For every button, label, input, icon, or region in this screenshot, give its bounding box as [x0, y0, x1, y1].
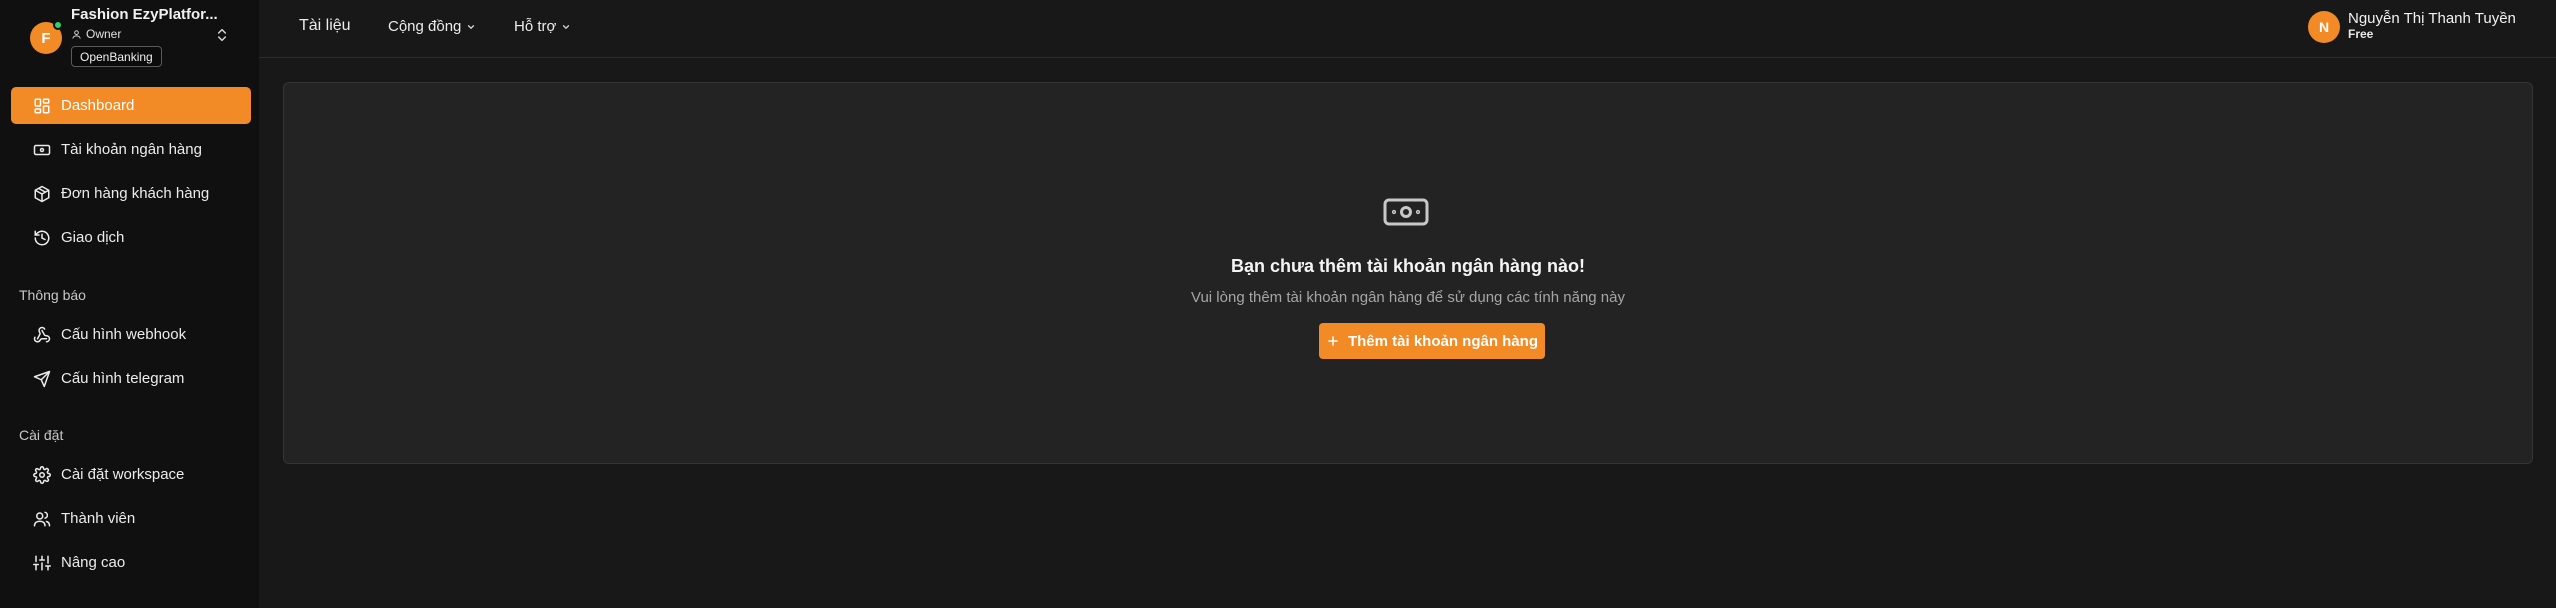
- workspace-badge: OpenBanking: [71, 46, 162, 67]
- dashboard-icon: [34, 98, 50, 113]
- package-icon: [34, 185, 50, 202]
- sidebar: F Fashion EzyPlatfor... Owner OpenBankin…: [0, 0, 259, 608]
- sidebar-item-label: Cấu hình webhook: [61, 326, 187, 343]
- workspace-name: Fashion EzyPlatfor...: [71, 6, 218, 23]
- send-icon: [33, 370, 51, 387]
- top-link-label: Cộng đồng: [388, 18, 462, 35]
- app-window: F Fashion EzyPlatfor... Owner OpenBankin…: [0, 0, 2556, 608]
- empty-state-subtitle: Vui lòng thêm tài khoản ngân hàng để sử …: [1191, 289, 1625, 306]
- user-avatar[interactable]: N: [2308, 11, 2340, 43]
- sidebar-item-workspace-settings[interactable]: Cài đặt workspace: [11, 456, 251, 493]
- sidebar-item-label: Cài đặt workspace: [61, 466, 185, 483]
- add-bank-account-button[interactable]: Thêm tài khoản ngân hàng: [1319, 323, 1545, 359]
- empty-state-card: Bạn chưa thêm tài khoản ngân hàng nào! V…: [283, 82, 2533, 464]
- user-plan: Free: [2348, 27, 2374, 41]
- main-content: Tài liệu Cộng đồng Hỗ trợ N Nguyễn Thị T…: [259, 0, 2556, 608]
- sidebar-item-bank-accounts[interactable]: Tài khoản ngân hàng: [11, 131, 251, 168]
- chevrons-up-down-icon[interactable]: [214, 26, 230, 44]
- user-icon: [72, 29, 81, 39]
- workspace-role: Owner: [71, 27, 121, 41]
- sidebar-item-label: Giao dịch: [61, 229, 125, 246]
- top-bar: Tài liệu Cộng đồng Hỗ trợ N Nguyễn Thị T…: [259, 0, 2556, 58]
- sidebar-item-label: Dashboard: [61, 97, 135, 114]
- workspace-switcher[interactable]: F Fashion EzyPlatfor... Owner OpenBankin…: [30, 6, 240, 68]
- sidebar-item-label: Tài khoản ngân hàng: [61, 141, 202, 158]
- sidebar-item-dashboard[interactable]: Dashboard: [11, 87, 251, 124]
- workspace-role-label: Owner: [86, 27, 122, 41]
- sliders-icon: [33, 555, 51, 570]
- sidebar-item-advanced[interactable]: Nâng cao: [11, 544, 251, 581]
- sidebar-item-telegram[interactable]: Cấu hình telegram: [11, 360, 251, 397]
- top-link-label: Tài liệu: [299, 17, 351, 34]
- sidebar-section-notifications: Thông báo: [19, 287, 86, 303]
- webhook-icon: [33, 326, 51, 342]
- sidebar-item-label: Thành viên: [61, 510, 136, 527]
- plus-icon: [1328, 336, 1338, 346]
- sidebar-section-settings: Cài đặt: [19, 427, 64, 443]
- sidebar-item-members[interactable]: Thành viên: [11, 500, 251, 537]
- banknote-icon: [33, 144, 51, 155]
- top-link-support[interactable]: Hỗ trợ: [514, 18, 571, 35]
- sidebar-item-webhook[interactable]: Cấu hình webhook: [11, 316, 251, 353]
- empty-state-title: Bạn chưa thêm tài khoản ngân hàng nào!: [1230, 256, 1586, 276]
- add-bank-account-label: Thêm tài khoản ngân hàng: [1347, 332, 1538, 350]
- sidebar-item-label: Cấu hình telegram: [61, 370, 185, 387]
- chevron-down-icon: [563, 24, 570, 29]
- user-name[interactable]: Nguyễn Thị Thanh Tuyền: [2348, 10, 2516, 27]
- online-status-dot: [53, 20, 63, 30]
- top-link-community[interactable]: Cộng đồng: [388, 18, 476, 35]
- sidebar-item-label: Đơn hàng khách hàng: [61, 185, 210, 202]
- sidebar-item-label: Nâng cao: [61, 554, 126, 571]
- history-icon: [34, 230, 50, 245]
- chevron-down-icon: [468, 24, 475, 29]
- sidebar-item-customer-orders[interactable]: Đơn hàng khách hàng: [11, 175, 251, 212]
- sidebar-item-transactions[interactable]: Giao dịch: [11, 219, 251, 256]
- top-link-docs[interactable]: Tài liệu: [299, 17, 351, 35]
- gear-icon: [33, 465, 51, 484]
- users-icon: [33, 511, 51, 526]
- banknote-icon: [1383, 198, 1429, 226]
- top-link-label: Hỗ trợ: [514, 18, 557, 35]
